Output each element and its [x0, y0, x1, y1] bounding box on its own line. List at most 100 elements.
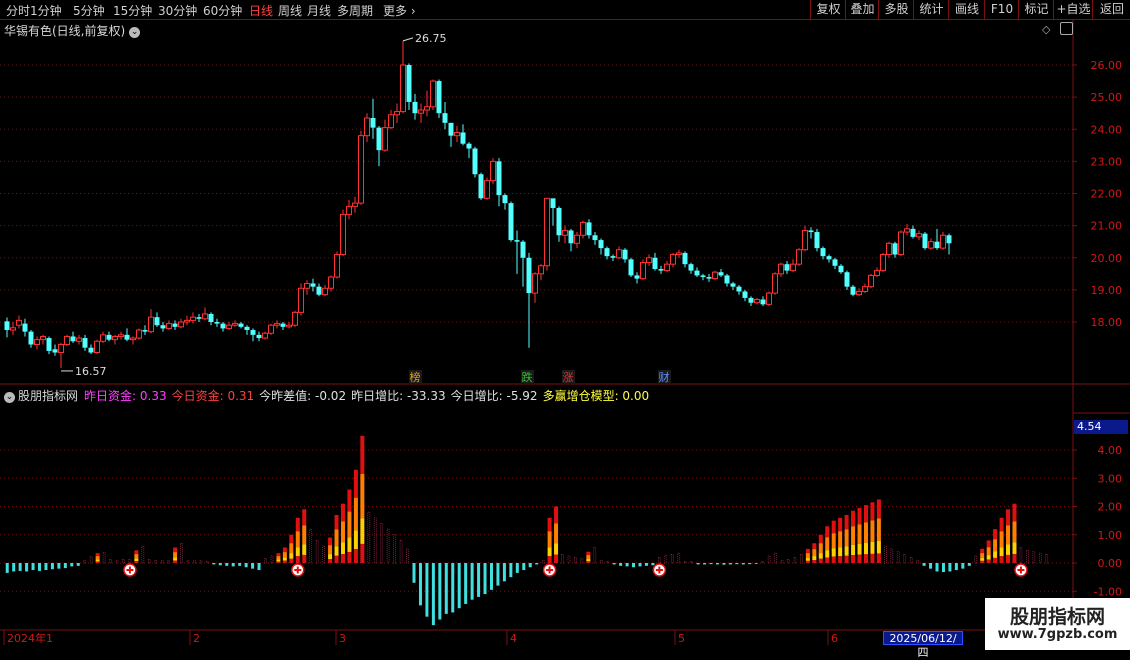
candle-body-down	[592, 235, 598, 241]
candle-body-down	[208, 313, 214, 322]
period-tab-0[interactable]: 分时	[6, 2, 30, 19]
fund-bar-negative	[63, 563, 67, 569]
fund-bar-orange	[999, 531, 1004, 548]
fund-bar-base	[870, 553, 875, 563]
toolbar-button-5[interactable]: F10	[984, 0, 1019, 19]
fund-bar-dotted	[1045, 554, 1049, 564]
fund-bar-orange	[276, 556, 281, 560]
fund-bar-base	[289, 558, 294, 563]
toolbar-button-7[interactable]: +自选	[1053, 0, 1093, 19]
fund-bar-negative	[464, 563, 468, 604]
fund-bar-negative	[218, 563, 222, 566]
candle-body-down	[154, 317, 160, 326]
candle-body-down	[436, 81, 442, 114]
fund-bar-red	[805, 548, 810, 554]
candle-body-down	[628, 259, 634, 276]
candle-body-down	[688, 264, 694, 271]
candle-body-down	[652, 257, 658, 269]
period-tab-7[interactable]: 周线	[278, 2, 302, 19]
fund-bar-yellow	[863, 542, 868, 555]
indicator-values: 昨日资金: 0.33 今日资金: 0.31 今昨差值: -0.02 昨日增比: -33…	[84, 389, 654, 403]
diamond-icon[interactable]: ◇	[1042, 23, 1050, 36]
fund-bar-orange	[986, 547, 991, 556]
fund-bar-red	[347, 489, 352, 512]
toolbar-button-6[interactable]: 标记	[1018, 0, 1054, 19]
candle-body-down	[610, 256, 616, 258]
fund-bar-orange	[863, 522, 868, 543]
toolbar-button-3[interactable]: 统计	[913, 0, 949, 19]
fund-bar-negative	[696, 563, 700, 565]
fund-bar-base	[825, 557, 830, 563]
price-tick-label: 20.00	[1091, 252, 1123, 265]
period-tab-9[interactable]: 多周期	[337, 2, 373, 19]
fund-bar-dotted	[322, 545, 325, 564]
fund-bar-base	[295, 556, 300, 563]
period-tab-6[interactable]: 日线	[249, 2, 273, 19]
indicator-title: ⌄ 股朋指标网 昨日资金: 0.33 今日资金: 0.31 今昨差值: -0.02 昨日增…	[4, 387, 654, 404]
cursor-date-box: 2025/06/12/四	[883, 631, 963, 659]
period-tab-10[interactable]: 更多 ›	[383, 2, 416, 19]
fund-bar-dotted	[315, 540, 319, 564]
panel-toggle-icon[interactable]	[1060, 22, 1073, 35]
time-axis-label: 6	[831, 632, 838, 645]
price-tick-label: 21.00	[1091, 220, 1123, 233]
chart-canvas[interactable]: 26.0025.0024.0023.0022.0021.0020.0019.00…	[0, 0, 1130, 650]
candle-body-up	[580, 221, 586, 236]
indicator-tick-label: 3.00	[1098, 472, 1123, 485]
fund-bar-red	[340, 503, 345, 522]
high-price-label: 26.75	[415, 32, 447, 45]
toolbar-button-8[interactable]: 返回	[1092, 0, 1130, 19]
fund-bar-yellow	[999, 547, 1004, 557]
fund-bar-base	[986, 559, 991, 563]
period-tab-4[interactable]: 30分钟	[158, 2, 197, 19]
fund-bar-negative	[625, 563, 629, 567]
period-tab-8[interactable]: 月线	[307, 2, 331, 19]
fund-bar-dotted	[89, 556, 93, 564]
candle-body-up	[274, 323, 280, 326]
period-tab-3[interactable]: 15分钟	[113, 2, 152, 19]
fund-bar-red	[1012, 503, 1017, 522]
toolbar-button-1[interactable]: 叠加	[845, 0, 879, 19]
time-axis-label: 2	[193, 632, 200, 645]
candle-body-down	[598, 240, 604, 249]
chevron-down-icon[interactable]: ⌄	[129, 27, 141, 38]
indicator-menu-icon[interactable]: ⌄	[4, 392, 15, 403]
fund-bar-negative	[967, 563, 971, 566]
period-tab-1[interactable]: 1分钟	[30, 2, 62, 19]
time-axis-label: 3	[339, 632, 346, 645]
indicator-tick-label: -1.00	[1094, 585, 1122, 598]
candle-body-down	[658, 268, 664, 271]
fund-bar-yellow	[876, 540, 881, 554]
period-tab-5[interactable]: 60分钟	[203, 2, 242, 19]
fund-bar-dotted	[393, 534, 396, 564]
candle-body-down	[250, 330, 256, 335]
fund-bar-dotted	[264, 558, 267, 564]
toolbar-button-4[interactable]: 画线	[948, 0, 985, 19]
fund-bar-negative	[470, 563, 474, 600]
candle-body-up	[166, 323, 172, 329]
time-axis-label: 4	[510, 632, 517, 645]
fund-bar-yellow	[360, 518, 365, 544]
candle-body-down	[514, 240, 520, 242]
toolbar: 分时 1分钟 5分钟 15分钟 30分钟 60分钟 日线 周线 月线 多周期 更多 › 复权 叠加 多股统…	[0, 0, 1130, 20]
period-tab-2[interactable]: 5分钟	[73, 2, 105, 19]
fund-bar-red	[863, 505, 868, 523]
candle-body-down	[820, 248, 826, 257]
fund-bar-negative	[5, 563, 9, 573]
fund-bar-negative	[722, 563, 726, 565]
candle-body-up	[40, 335, 46, 341]
candle-body-up	[130, 337, 136, 341]
fund-bar-yellow	[334, 546, 339, 556]
candle-body-up	[118, 334, 124, 337]
candle-body-down	[196, 317, 202, 319]
fund-bar-negative	[418, 563, 422, 606]
fund-bar-dotted	[580, 558, 584, 564]
fund-bar-red	[876, 499, 881, 519]
fund-bar-base	[857, 554, 862, 563]
indicator-tick-label: 1.00	[1098, 529, 1123, 542]
toolbar-button-2[interactable]: 多股	[878, 0, 914, 19]
candle-body-down	[370, 118, 376, 128]
candle-body-down	[172, 323, 178, 327]
toolbar-button-0[interactable]: 复权	[810, 0, 846, 19]
fund-bar-orange	[993, 539, 998, 552]
